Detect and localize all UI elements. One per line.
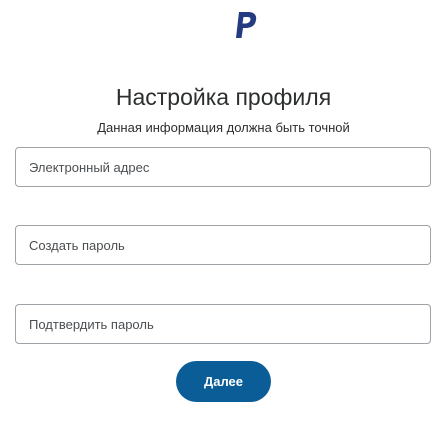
create-password-input[interactable] [16,226,430,264]
next-button[interactable]: Далее [176,361,271,402]
page-subtitle: Данная информация должна быть точной [97,120,350,135]
email-input[interactable] [16,148,430,186]
paypal-logo-icon [233,10,259,40]
confirm-password-field[interactable] [15,304,431,344]
email-field[interactable] [15,147,431,187]
page-title: Настройка профиля [115,84,332,110]
create-password-field[interactable] [15,225,431,265]
confirm-password-input[interactable] [16,305,430,343]
